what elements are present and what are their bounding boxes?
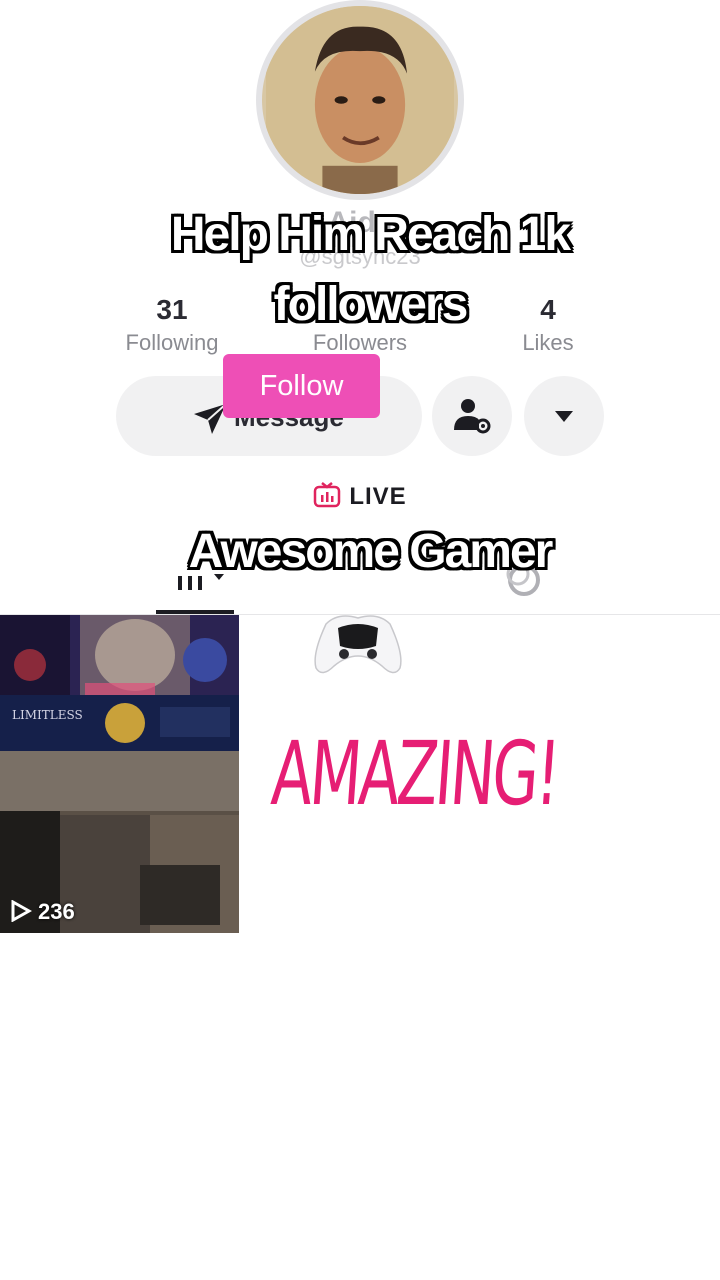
overlay-caption-line2: followers (273, 278, 469, 331)
caret-down-icon (555, 411, 573, 422)
profile-avatar[interactable] (256, 0, 464, 200)
video-view-count: 236 (10, 899, 75, 925)
live-label: LIVE (349, 483, 407, 510)
live-tab[interactable]: LIVE (0, 482, 720, 511)
overlay-caption-gamer: Awesome Gamer (188, 525, 554, 578)
video-thumbnail[interactable]: LIMITLESS 236 (0, 615, 239, 933)
video-preview-image: LIMITLESS (0, 615, 239, 933)
live-tv-icon (314, 482, 341, 508)
person-gear-icon (454, 399, 491, 434)
overlay-caption-line1: Help Him Reach 1k (170, 208, 571, 261)
view-count: 236 (38, 899, 75, 924)
svg-text:LIMITLESS: LIMITLESS (12, 708, 83, 722)
follow-button[interactable]: Follow (223, 354, 380, 418)
play-icon (11, 900, 32, 922)
friend-settings-button[interactable] (432, 376, 512, 456)
avatar-photo (266, 6, 454, 194)
game-controller-sticker (314, 615, 402, 674)
more-options-button[interactable] (524, 376, 604, 456)
amazing-sticker-text: AMAZING! (268, 722, 562, 825)
